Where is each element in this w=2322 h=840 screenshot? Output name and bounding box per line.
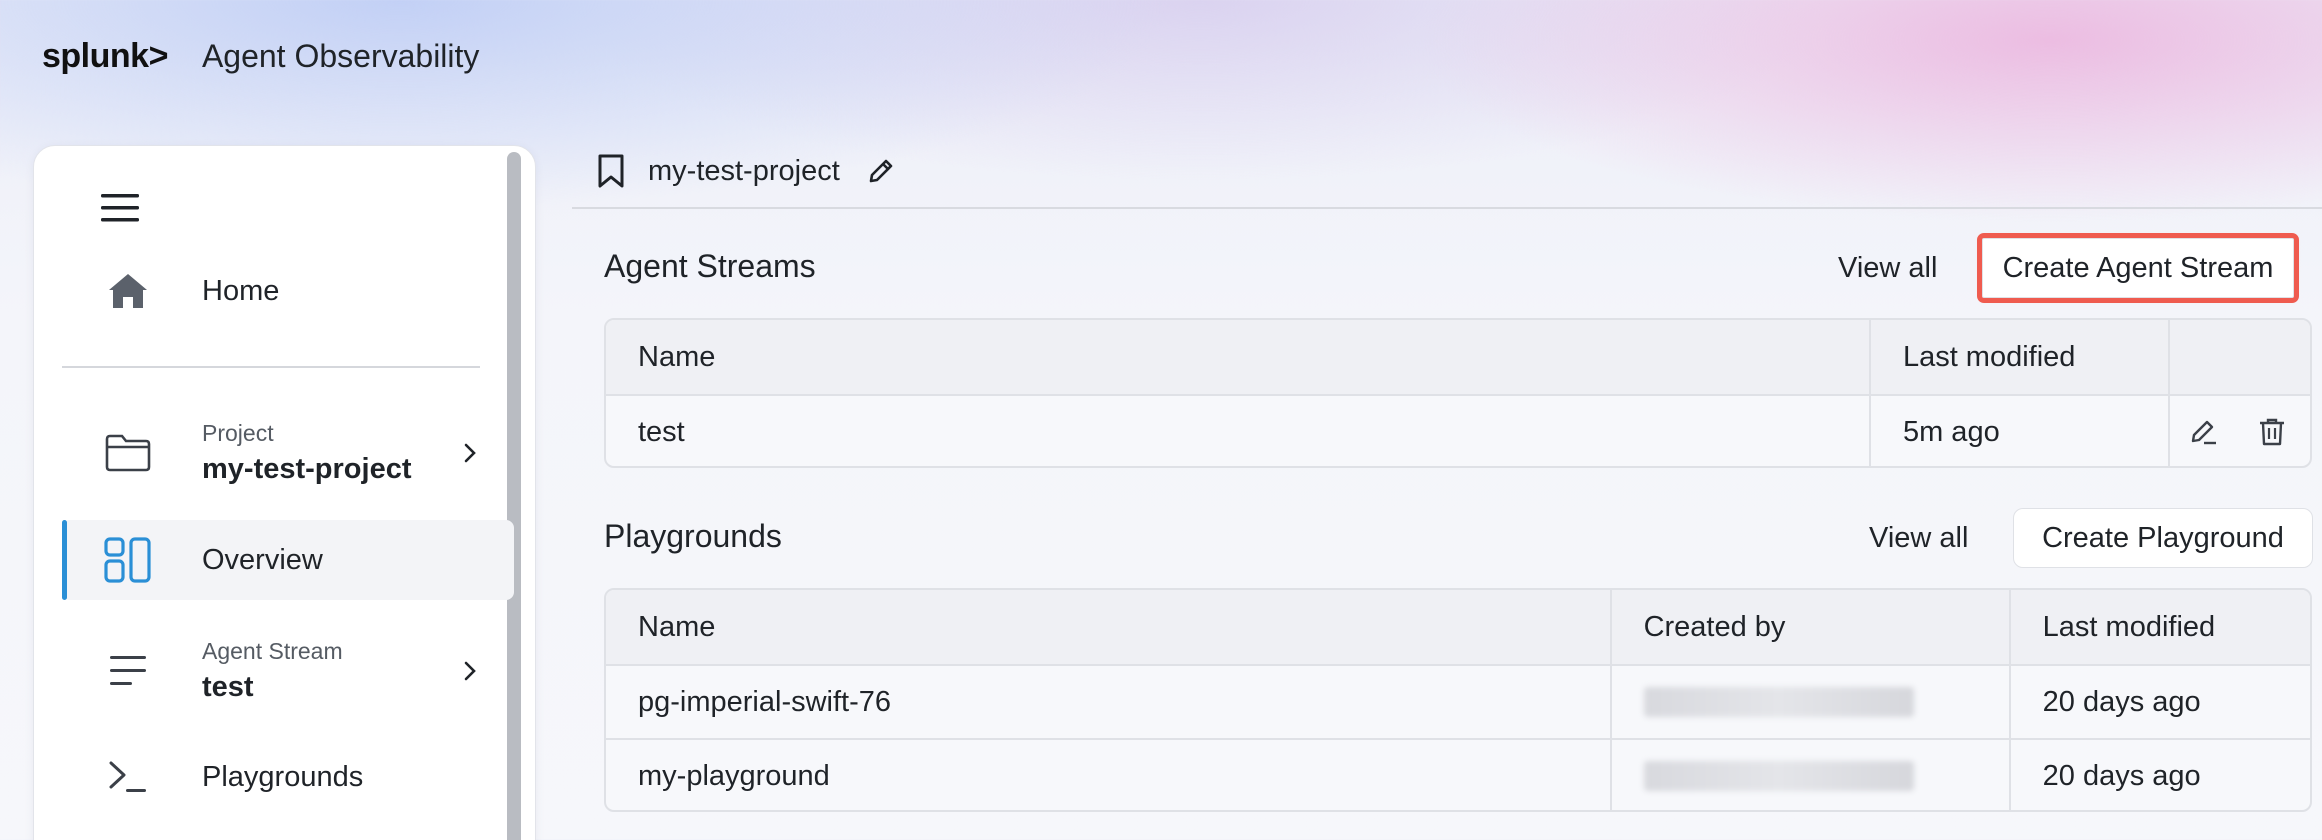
table-row[interactable]: pg-imperial-swift-76 20 days ago bbox=[606, 664, 2310, 738]
chevron-right-icon bbox=[458, 441, 482, 465]
row-actions bbox=[2168, 396, 2310, 466]
agent-stream-name[interactable]: test bbox=[606, 396, 1869, 466]
chevron-right-icon bbox=[458, 659, 482, 683]
delete-agent-stream-button[interactable] bbox=[2252, 412, 2292, 452]
pencil-icon bbox=[869, 159, 893, 183]
splunk-logo[interactable]: splunk> bbox=[42, 37, 168, 76]
project-bar: my-test-project bbox=[572, 135, 2322, 209]
sidebar-divider bbox=[62, 366, 480, 368]
playgrounds-table: Name Created by Last modified pg-imperia… bbox=[604, 588, 2312, 812]
column-header-name[interactable]: Name bbox=[606, 320, 1869, 394]
stream-lines-icon bbox=[96, 654, 160, 688]
playground-name[interactable]: my-playground bbox=[606, 740, 1610, 810]
project-selector: Project my-test-project bbox=[202, 420, 412, 486]
redacted-user bbox=[1643, 761, 1914, 791]
sidebar-item-overview[interactable]: Overview bbox=[62, 520, 514, 600]
bookmark-icon[interactable] bbox=[596, 151, 628, 191]
app-header: splunk> Agent Observability bbox=[42, 32, 479, 80]
table-header-row: Name Created by Last modified bbox=[606, 590, 2310, 664]
playground-last-modified: 20 days ago bbox=[2008, 740, 2310, 810]
pencil-icon bbox=[2192, 420, 2217, 445]
playground-created-by bbox=[1609, 666, 2009, 738]
agent-stream-last-modified: 5m ago bbox=[1868, 396, 2168, 466]
table-header-row: Name Last modified bbox=[606, 320, 2310, 394]
sidebar-item-label: Home bbox=[202, 274, 280, 307]
project-value: my-test-project bbox=[202, 453, 412, 485]
agent-streams-view-all-link[interactable]: View all bbox=[1838, 252, 1937, 285]
agent-streams-title: Agent Streams bbox=[604, 248, 816, 284]
agent-stream-value: test bbox=[202, 671, 254, 703]
table-row[interactable]: my-playground 20 days ago bbox=[606, 738, 2310, 810]
menu-toggle-button[interactable] bbox=[98, 186, 142, 230]
column-header-name[interactable]: Name bbox=[606, 590, 1610, 664]
playground-name[interactable]: pg-imperial-swift-76 bbox=[606, 666, 1610, 738]
project-name: my-test-project bbox=[648, 154, 840, 187]
terminal-prompt-icon bbox=[96, 760, 160, 794]
app-title: Agent Observability bbox=[201, 37, 480, 74]
edit-agent-stream-button[interactable] bbox=[2184, 412, 2224, 452]
playground-last-modified: 20 days ago bbox=[2008, 666, 2310, 738]
column-header-created-by[interactable]: Created by bbox=[1609, 590, 2009, 664]
hamburger-icon bbox=[101, 194, 139, 222]
trash-icon bbox=[2260, 418, 2285, 446]
sidebar-item-project[interactable]: Project my-test-project bbox=[62, 408, 514, 498]
sidebar-item-label: Playgrounds bbox=[202, 760, 364, 793]
sidebar-item-home[interactable]: Home bbox=[62, 256, 514, 326]
redacted-user bbox=[1643, 687, 1914, 717]
playground-created-by bbox=[1609, 740, 2009, 810]
sidebar-item-playgrounds[interactable]: Playgrounds bbox=[62, 742, 514, 812]
column-header-last-modified[interactable]: Last modified bbox=[2008, 590, 2310, 664]
sidebar-item-agent-stream[interactable]: Agent Stream test bbox=[62, 626, 514, 716]
edit-project-button[interactable] bbox=[866, 155, 898, 187]
home-icon bbox=[96, 271, 160, 311]
create-playground-button[interactable]: Create Playground bbox=[2013, 508, 2313, 568]
agent-stream-selector: Agent Stream test bbox=[202, 638, 343, 704]
sidebar: Home Project my-test-project Overview Ag… bbox=[33, 145, 536, 840]
table-row[interactable]: test 5m ago bbox=[606, 394, 2310, 466]
column-header-last-modified[interactable]: Last modified bbox=[1868, 320, 2168, 394]
playgrounds-title: Playgrounds bbox=[604, 518, 782, 554]
column-header-actions bbox=[2168, 320, 2310, 394]
sidebar-item-label: Overview bbox=[202, 543, 323, 576]
project-caption: Project bbox=[202, 420, 274, 446]
playgrounds-view-all-link[interactable]: View all bbox=[1869, 522, 1968, 555]
create-agent-stream-button[interactable]: Create Agent Stream bbox=[1977, 233, 2299, 303]
folder-icon bbox=[96, 433, 160, 473]
overview-icon bbox=[96, 536, 160, 584]
agent-streams-table: Name Last modified test 5m ago bbox=[604, 318, 2312, 468]
agent-stream-caption: Agent Stream bbox=[202, 638, 343, 664]
